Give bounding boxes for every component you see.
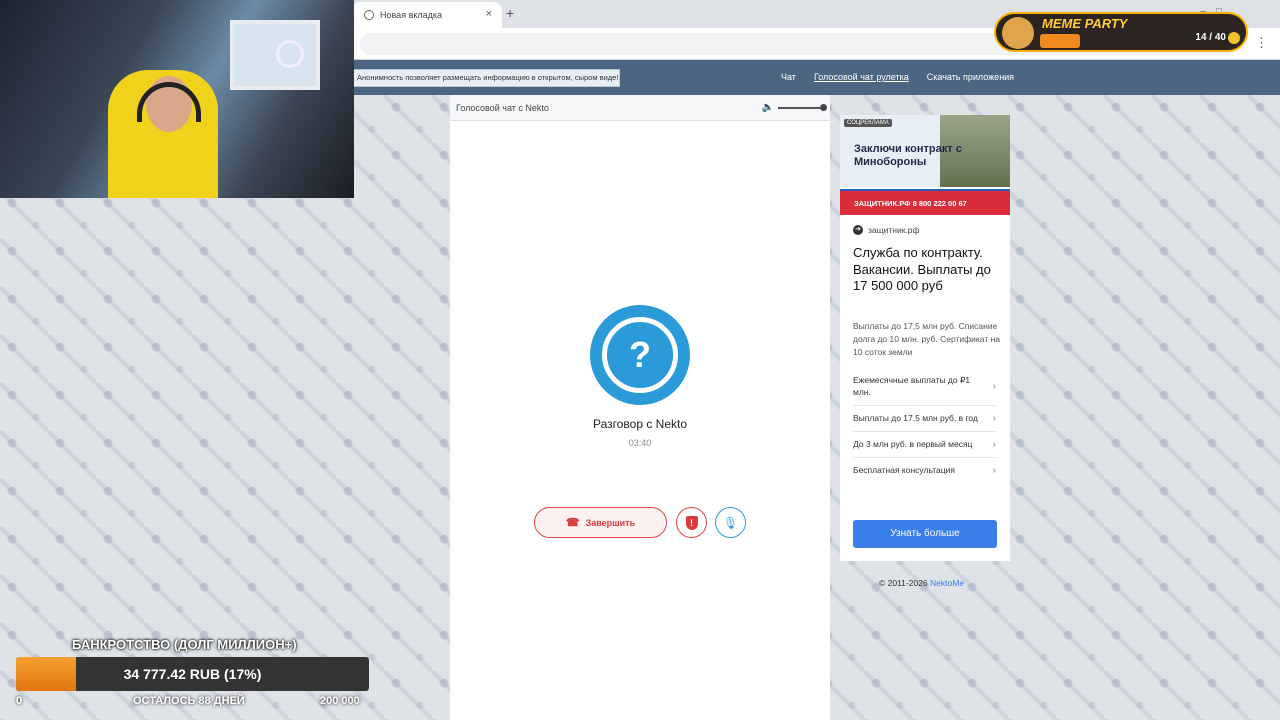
site-nav-links: Чат Голосовой чат рулетка Скачать прилож… xyxy=(781,72,1032,82)
volume-slider-knob[interactable] xyxy=(820,103,827,111)
ad-banner-strip: ЗАЩИТНИК.РФ 8 800 222 00 67 xyxy=(840,193,1010,215)
ad-link-item[interactable]: До 3 млн руб. в первый месяц › xyxy=(853,432,996,458)
coin-icon xyxy=(1228,32,1240,44)
debt-max: 200 000 xyxy=(320,695,360,707)
copyright-text: © 2011-2026 xyxy=(879,578,928,588)
end-call-label: Завершить xyxy=(585,517,636,528)
ad-link-label: До 3 млн руб. в первый месяц xyxy=(853,439,973,449)
ad-link-item[interactable]: Бесплатная консультация › xyxy=(853,458,996,483)
partner-avatar: ? xyxy=(590,305,690,405)
webcam-overlay xyxy=(0,0,354,198)
ad-link-item[interactable]: Выплаты до 17,5 млн руб. в год › xyxy=(853,406,996,432)
doge-icon xyxy=(1002,17,1034,49)
ad-badge: СОЦРЕКЛАМА xyxy=(844,119,892,127)
browser-tab[interactable]: Новая вкладка × xyxy=(352,2,502,28)
tab-favicon-icon xyxy=(364,10,374,20)
report-button[interactable]: ! xyxy=(676,507,707,538)
meme-party-widget: MEME PARTY 14 / 40 xyxy=(994,12,1248,52)
meme-party-progress xyxy=(1040,34,1080,48)
microphone-button[interactable]: 🎙 xyxy=(715,507,746,538)
voice-chat-header-title: Голосовой чат с Nekto xyxy=(456,102,549,113)
ad-title[interactable]: Служба по контракту. Вакансии. Выплаты д… xyxy=(853,245,1003,295)
hang-up-icon: ☎ xyxy=(565,517,580,529)
ad-links: Ежемесячные выплаты до ₽1 млн. › Выплаты … xyxy=(853,368,996,483)
debt-days-left: ОСТАЛОСЬ 88 ДНЕЙ xyxy=(133,695,245,707)
conversation-timer: 03:40 xyxy=(628,438,652,448)
nav-link-voice-roulette[interactable]: Голосовой чат рулетка xyxy=(814,72,909,82)
chevron-right-icon: › xyxy=(992,412,996,424)
ring-light xyxy=(276,40,304,68)
meme-party-count: 14 / 40 xyxy=(1195,32,1226,43)
ad-domain[interactable]: ➔ защитник.рф xyxy=(853,225,920,235)
debt-min: 0 xyxy=(16,695,23,707)
volume-control[interactable]: 🔈 xyxy=(761,102,827,113)
microphone-icon: 🎙 xyxy=(722,515,739,530)
conversation-title: Разговор с Nekto xyxy=(592,417,688,431)
chevron-right-icon: › xyxy=(992,380,996,392)
debt-value: 34 777.42 RUB (17%) xyxy=(123,666,262,682)
voice-chat-header: Голосовой чат с Nekto 🔈 xyxy=(450,95,830,121)
voice-chat-panel: Голосовой чат с Nekto 🔈 ? Разговор с Nek… xyxy=(450,95,830,720)
copyright: © 2011-2026 NektoMe xyxy=(879,578,964,588)
advertisement[interactable]: СОЦРЕКЛАМА Заключи контракт с Минобороны… xyxy=(840,115,1010,561)
ad-domain-text: защитник.рф xyxy=(868,225,920,235)
chevron-right-icon: › xyxy=(992,464,996,476)
webcam-window xyxy=(230,20,320,90)
arrow-right-icon: ➔ xyxy=(853,225,863,235)
question-mark-icon: ? xyxy=(602,317,678,393)
ad-banner-image[interactable]: СОЦРЕКЛАМА Заключи контракт с Минобороны… xyxy=(840,115,1010,215)
tab-close-icon[interactable]: × xyxy=(486,8,492,20)
nav-link-chat[interactable]: Чат xyxy=(781,72,796,82)
shield-alert-icon: ! xyxy=(685,515,698,530)
ad-link-item[interactable]: Ежемесячные выплаты до ₽1 млн. › xyxy=(853,368,996,406)
chevron-right-icon: › xyxy=(992,438,996,450)
ad-banner-text: Заключи контракт с Минобороны xyxy=(854,143,962,168)
ad-link-label: Выплаты до 17,5 млн руб. в год xyxy=(853,413,978,423)
browser-menu-icon[interactable]: ⋮ xyxy=(1255,35,1268,51)
ad-learn-more-button[interactable]: Узнать больше xyxy=(853,520,997,548)
nav-link-download-apps[interactable]: Скачать приложения xyxy=(927,72,1014,82)
anonymity-notice: Анонимность позволяет размещать информац… xyxy=(352,69,620,87)
debt-progress-bar: 34 777.42 RUB (17%) xyxy=(16,657,369,691)
ad-link-label: Ежемесячные выплаты до ₽1 млн. xyxy=(853,375,971,397)
volume-slider[interactable] xyxy=(778,103,827,111)
end-call-button[interactable]: ☎ Завершить xyxy=(534,507,667,538)
ad-link-label: Бесплатная консультация xyxy=(853,465,955,475)
ad-description: Выплаты до 17,5 млн руб. Списание долга … xyxy=(853,321,1001,357)
new-tab-button[interactable]: + xyxy=(506,5,514,21)
debt-title: БАНКРОТСТВО (ДОЛГ МИЛЛИОН+) xyxy=(72,637,297,652)
meme-party-title: MEME PARTY xyxy=(1042,16,1128,31)
speaker-icon: 🔈 xyxy=(761,102,774,113)
nektome-link[interactable]: NektoMe xyxy=(930,578,964,588)
tab-title: Новая вкладка xyxy=(380,10,443,20)
